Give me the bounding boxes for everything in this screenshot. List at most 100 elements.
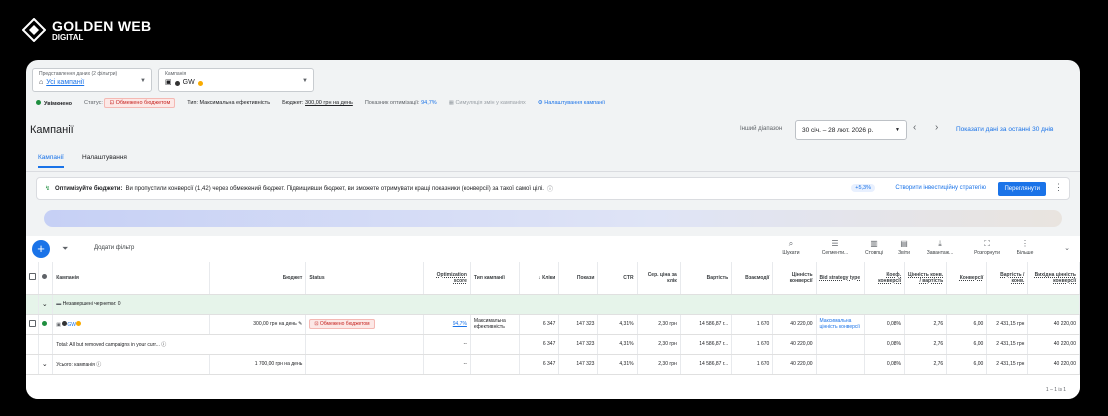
- col-budget[interactable]: Бюджет: [209, 262, 307, 295]
- cell-orig-conv-value: 40 220,00: [1027, 314, 1080, 335]
- budget-recommendation-banner: ↯ Оптимізуйте бюджети: Ви пропустили кон…: [36, 177, 1070, 200]
- prev-period-icon[interactable]: ‹: [913, 122, 916, 133]
- col-conv-value-cost[interactable]: Цінність конв. / вартість: [904, 262, 948, 295]
- cell-clicks: 6 347: [519, 314, 560, 335]
- search-button[interactable]: ⌕ Шукати: [773, 239, 809, 256]
- brand-sub: DIGITAL: [52, 32, 84, 42]
- col-interactions[interactable]: Взаємодії: [731, 262, 774, 295]
- pagination-text: 1 – 1 із 1: [1045, 387, 1066, 393]
- banner-title: Оптимізуйте бюджети:: [55, 185, 123, 192]
- cell-conv-value: 40 220,00: [772, 314, 817, 335]
- total-row: Total: All but removed campaigns in your…: [26, 334, 1080, 355]
- col-clicks[interactable]: ↓ Кліки: [519, 262, 560, 295]
- total-opt-score: --: [423, 334, 471, 355]
- chevron-down-icon[interactable]: ⌄: [38, 354, 54, 375]
- tab-campaigns[interactable]: Кампанії: [38, 154, 64, 168]
- col-cost-per-conv[interactable]: Вартість / конв.: [986, 262, 1029, 295]
- col-conv-rate[interactable]: Коеф. конверсії: [864, 262, 906, 295]
- reports-button[interactable]: ▤ Звіти: [886, 239, 922, 256]
- date-range-picker[interactable]: 30 січ. – 28 лют. 2026 р. ▼: [795, 120, 907, 140]
- simulate-link[interactable]: ▦ Симуляція змін у кампаніях: [449, 100, 526, 106]
- dropdown-arrow-icon: ▼: [895, 127, 900, 133]
- segment-button[interactable]: ☰ Сегменти...: [817, 239, 853, 256]
- add-filter-button[interactable]: Додати фільтр: [94, 245, 134, 251]
- campaign-type-icon: ▣: [56, 321, 61, 328]
- last-30-days-link[interactable]: Показати дані за останні 30 днів: [956, 126, 1053, 133]
- select-all-checkbox[interactable]: [29, 273, 36, 281]
- table-row[interactable]: ▣ GW 300,00 грн на день ✎ ⊡ Обмежено бюд…: [26, 314, 1080, 335]
- download-button[interactable]: ⤓ Завантаж...: [922, 239, 958, 256]
- cell-budget[interactable]: 300,00 грн на день ✎: [209, 314, 307, 335]
- campaign-name-link[interactable]: GW: [67, 322, 76, 328]
- filter-icon[interactable]: ⏷: [62, 244, 68, 254]
- create-strategy-link[interactable]: Створити інвестиційну стратегію: [895, 185, 986, 191]
- limited-icon: ⊡: [314, 321, 319, 327]
- opt-score-label: Показник оптимізації:: [364, 100, 420, 106]
- page-header: Кампанії Інший діапазон 30 січ. – 28 лют…: [26, 120, 1080, 156]
- cell-impressions: 147 323: [558, 314, 599, 335]
- enabled-dot-icon: [36, 99, 41, 105]
- campaign-selector[interactable]: Кампанія ▣ GW ▼: [158, 68, 314, 92]
- cell-ctr: 4,31%: [597, 314, 638, 335]
- reports-icon: ▤: [900, 239, 908, 248]
- col-campaign-type[interactable]: Тип кампанії: [470, 262, 521, 295]
- tab-settings[interactable]: Налаштування: [82, 154, 127, 166]
- view-selector-value: Усі кампанії: [46, 79, 85, 86]
- help-icon[interactable]: ⓘ: [96, 362, 101, 368]
- cell-conv-rate: 0,08%: [864, 314, 906, 335]
- col-ctr[interactable]: CTR: [597, 262, 638, 295]
- col-status[interactable]: Status: [305, 262, 424, 295]
- col-avg-cpc[interactable]: Сер. ціна за клік: [637, 262, 681, 295]
- enabled-dot-icon[interactable]: [41, 320, 47, 326]
- campaign-icon: ▣: [165, 79, 172, 86]
- col-conv-value[interactable]: Цінність конверсії: [772, 262, 817, 295]
- google-ads-panel: Представлення даних (2 фільтри) ⌂ Усі кам…: [26, 60, 1080, 399]
- banner-text: Ви пропустили конверсії (1,42) через обм…: [125, 185, 544, 192]
- search-icon: ⌕: [788, 239, 794, 248]
- budget-label: Бюджет:: [282, 100, 304, 106]
- status-chip: ⊡ Обмежено бюджетом: [104, 98, 176, 108]
- emoji-icon: [197, 80, 203, 86]
- col-bid-strategy[interactable]: Bid strategy type: [816, 262, 865, 295]
- more-vert-icon[interactable]: ⋮: [1054, 182, 1063, 193]
- drafts-label: Незавершені чернетки: 0: [62, 301, 121, 307]
- col-cost[interactable]: Вартість: [680, 262, 733, 295]
- col-campaign[interactable]: Кампанія: [52, 262, 210, 295]
- summary-budget: 1 700,00 грн на день: [209, 354, 307, 375]
- col-conversions[interactable]: Конверсії: [946, 262, 988, 295]
- segment-icon: ☰: [831, 239, 839, 248]
- dropdown-arrow-icon: ▼: [140, 78, 146, 84]
- help-icon[interactable]: ⓘ: [547, 184, 553, 193]
- cell-conv-value-cost: 2,76: [904, 314, 948, 335]
- chevron-down-icon[interactable]: ⌄: [38, 294, 54, 315]
- view-selector[interactable]: Представлення даних (2 фільтри) ⌂ Усі кам…: [32, 68, 152, 92]
- budget-value[interactable]: 300,00 грн на день: [305, 100, 353, 106]
- more-button[interactable]: ⋮ Більше: [1007, 239, 1043, 256]
- review-button[interactable]: Переглянути: [998, 182, 1046, 196]
- expand-button[interactable]: ⛶ Розгорнути: [969, 239, 1005, 256]
- cell-bid-strategy[interactable]: Максимальна цінність конверсії: [816, 314, 865, 335]
- drafts-row[interactable]: ⌄ ▬ Незавершені чернетки: 0: [26, 294, 1080, 315]
- chevron-down-icon[interactable]: ⌄: [1064, 244, 1070, 252]
- col-opt-score[interactable]: Optimization score: [423, 262, 471, 295]
- cell-cost: 14 586,87 г...: [680, 314, 733, 335]
- campaign-table-card: + ⏷ Додати фільтр ⌕ Шукати ☰ Сегменти... ▥…: [26, 236, 1080, 399]
- edit-icon[interactable]: ✎: [298, 321, 302, 327]
- cell-interactions: 1 670: [731, 314, 774, 335]
- total-label: Total: All but removed campaigns in your…: [56, 341, 160, 348]
- enabled-status[interactable]: Увімкнено: [36, 99, 72, 107]
- help-icon[interactable]: ⓘ: [161, 342, 166, 348]
- cell-opt-score[interactable]: 94,7%: [423, 314, 471, 335]
- opt-score-value[interactable]: 94,7%: [421, 100, 437, 106]
- campaign-dot-icon: [174, 80, 180, 86]
- campaign-settings-link[interactable]: ⚙ Налаштування кампанії: [538, 100, 605, 106]
- row-checkbox[interactable]: [29, 319, 36, 327]
- col-orig-conv-value[interactable]: Вихідна цінність конверсії: [1027, 262, 1080, 295]
- limited-icon: ⊡: [109, 100, 115, 106]
- next-period-icon[interactable]: ›: [935, 122, 938, 133]
- col-impressions[interactable]: Покази: [558, 262, 599, 295]
- loading-placeholder: [44, 210, 1062, 227]
- home-icon: ⌂: [39, 79, 44, 86]
- add-campaign-button[interactable]: +: [32, 240, 50, 258]
- emoji-icon: [75, 320, 81, 326]
